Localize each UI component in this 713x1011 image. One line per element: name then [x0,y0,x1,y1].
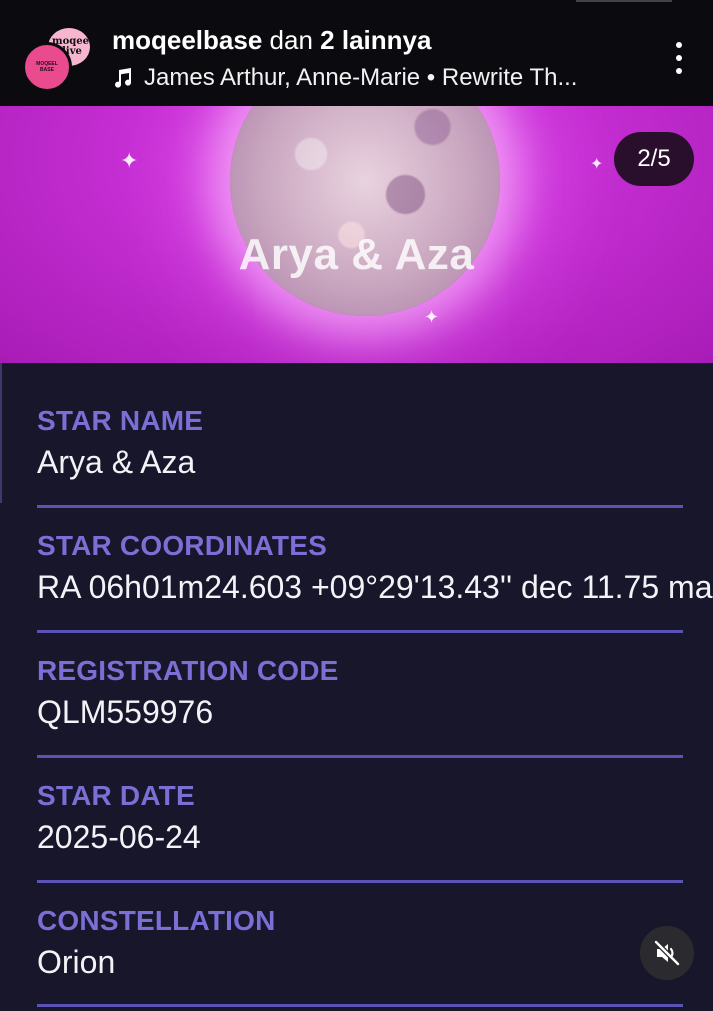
more-dot [676,55,682,61]
others-link[interactable]: 2 lainnya [320,25,431,55]
divider [37,880,683,883]
field-label: CONSTELLATION [37,905,276,936]
card-edge [0,363,2,503]
banner-star-title: Arya & Aza [238,230,475,279]
music-text: James Arthur, Anne-Marie • Rewrite Th... [144,64,578,91]
field-label: STAR DATE [37,780,195,811]
music-info[interactable]: James Arthur, Anne-Marie • Rewrite Th... [112,62,577,94]
more-dot [676,68,682,74]
field-constellation: CONSTELLATION Orion [37,904,685,982]
field-star-name: STAR NAME Arya & Aza [37,404,685,482]
star-banner: ✦ ✦ ✦ Arya & Aza [0,106,713,363]
field-registration-code: REGISTRATION CODE QLM559976 [37,654,685,732]
field-value: Orion [37,944,116,980]
field-star-coordinates: STAR COORDINATES RA 06h01m24.603 +09°29'… [37,529,713,607]
field-value: QLM559976 [37,694,214,730]
avatar-group[interactable]: moqeel live MOQEEL BASE [22,24,94,92]
field-label: REGISTRATION CODE [37,655,339,686]
more-options-button[interactable] [662,38,696,78]
and-text: dan [269,25,313,55]
divider [37,630,683,633]
divider [37,505,683,508]
field-value: Arya & Aza [37,444,196,480]
mute-button[interactable] [640,926,694,980]
field-value: 2025-06-24 [37,819,201,855]
field-star-date: STAR DATE 2025-06-24 [37,779,685,857]
account-name[interactable]: moqeelbase [112,25,262,55]
speaker-muted-icon [653,939,681,967]
story-title[interactable]: moqeelbase dan 2 lainnya [112,24,431,56]
star-sphere-image [230,106,500,316]
sparkle-icon: ✦ [120,148,139,173]
progress-indicator [576,0,672,2]
divider [37,1004,683,1007]
sparkle-icon: ✦ [590,156,604,173]
field-value: RA 06h01m24.603 +09°29'13.43'' dec 11.75… [37,569,713,605]
field-label: STAR COORDINATES [37,530,327,561]
more-dot [676,42,682,48]
story-header: moqeel live MOQEEL BASE moqeelbase dan 2… [0,0,713,106]
avatar-text: MOQEEL BASE [36,61,58,73]
music-note-icon [115,68,132,88]
sparkle-icon: ✦ [424,307,440,327]
slide-counter: 2/5 [614,132,694,186]
field-label: STAR NAME [37,405,204,436]
divider [37,755,683,758]
story-viewer: moqeel live MOQEEL BASE moqeelbase dan 2… [0,0,713,1011]
avatar[interactable]: MOQEEL BASE [22,42,72,92]
